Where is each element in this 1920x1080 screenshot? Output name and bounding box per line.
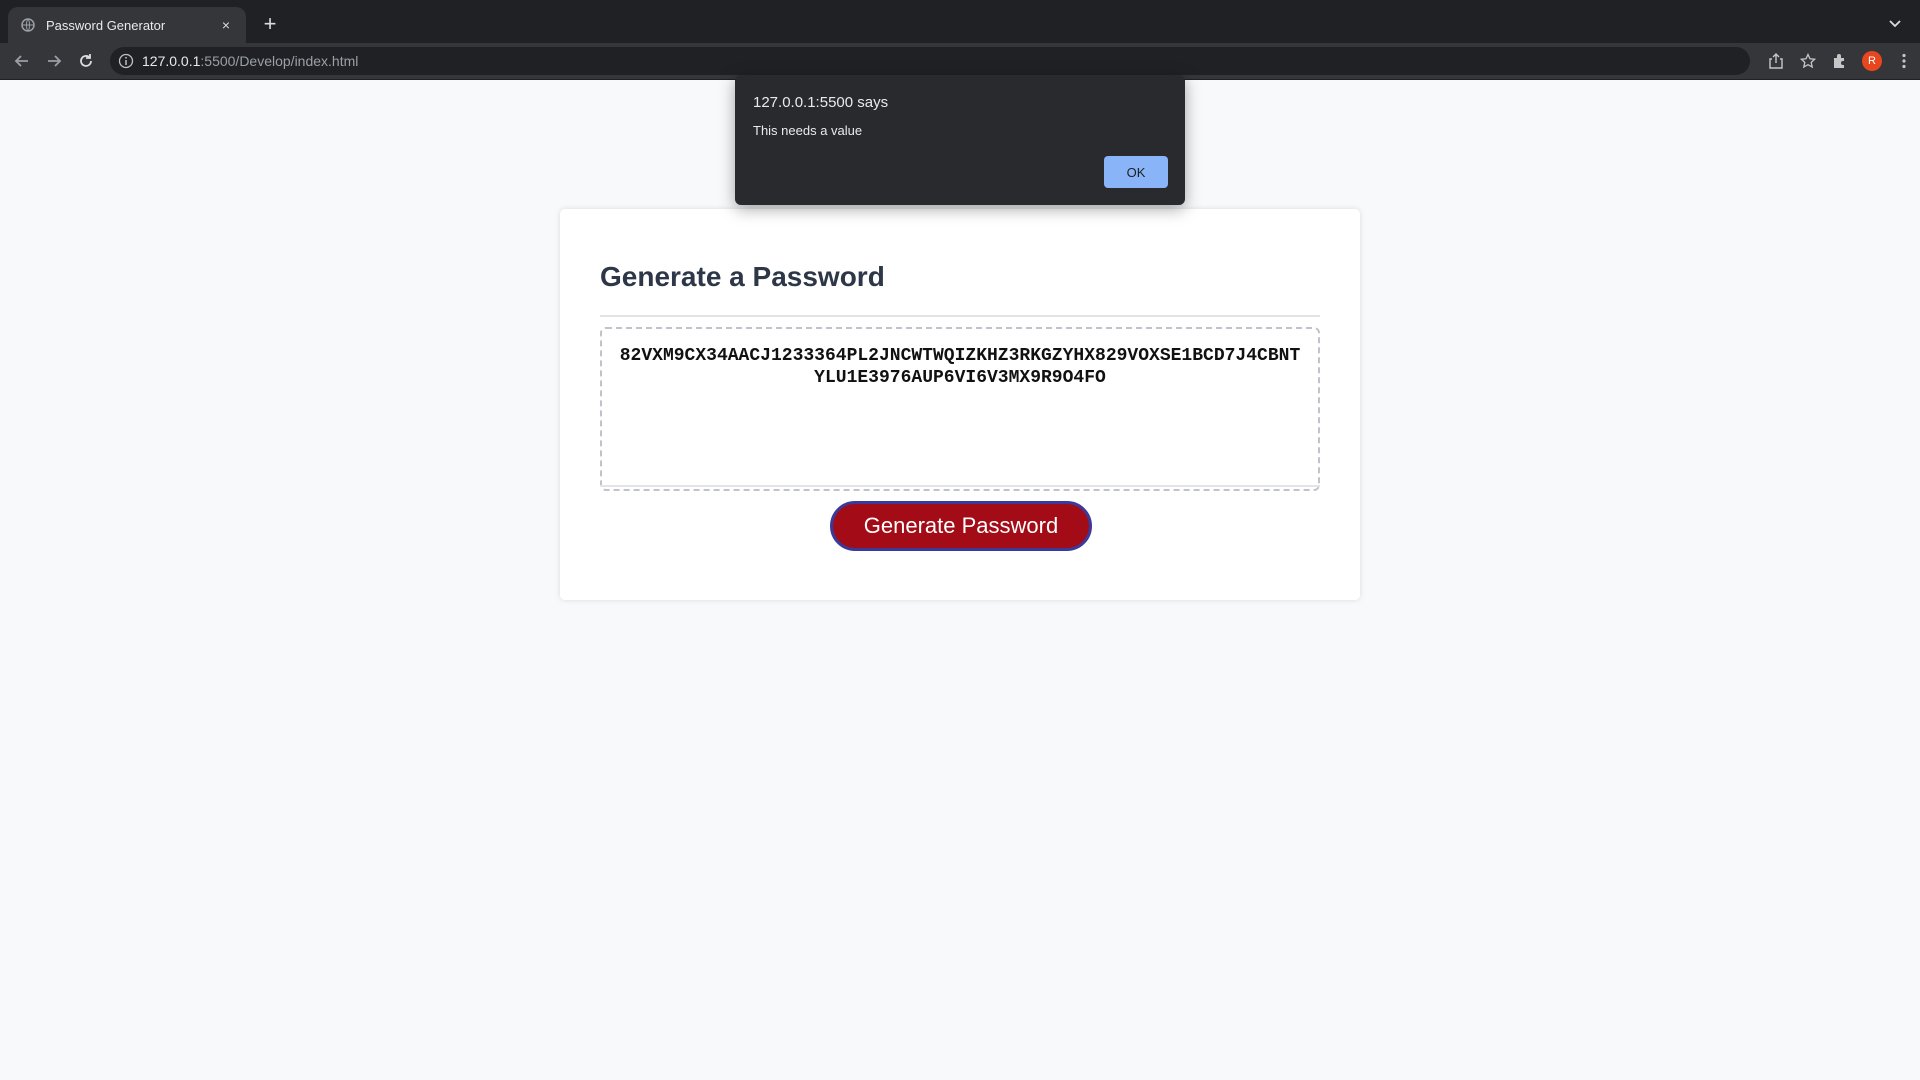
info-icon[interactable] [118, 53, 134, 69]
url-host: 127.0.0.1 [142, 53, 201, 69]
close-tab-icon[interactable]: × [216, 15, 236, 35]
page-title: Generate a Password [600, 261, 885, 292]
generate-password-button[interactable]: Generate Password [830, 501, 1092, 551]
password-output[interactable]: 82VXM9CX34AACJ1233364PL2JNCWTWQIZKHZ3RKG… [600, 327, 1320, 491]
alert-dialog: 127.0.0.1:5500 says This needs a value O… [735, 75, 1185, 205]
new-tab-button[interactable]: + [258, 12, 282, 36]
star-icon[interactable] [1792, 43, 1824, 79]
chevron-down-icon[interactable] [1886, 14, 1904, 32]
forward-arrow-icon[interactable] [44, 51, 64, 71]
puzzle-icon[interactable] [1824, 43, 1856, 79]
back-arrow-icon[interactable] [12, 51, 32, 71]
reload-icon[interactable] [76, 51, 96, 71]
profile-avatar[interactable]: R [1856, 43, 1888, 79]
password-card: Generate a Password 82VXM9CX34AACJ123336… [560, 209, 1360, 600]
avatar: R [1862, 51, 1882, 71]
tab-password-generator[interactable]: Password Generator × [8, 7, 246, 43]
globe-icon [20, 17, 36, 33]
divider-top [600, 315, 1320, 317]
url-text: 127.0.0.1:5500/Develop/index.html [142, 53, 358, 69]
tab-strip: Password Generator × + [0, 0, 1920, 43]
ok-button[interactable]: OK [1104, 156, 1168, 188]
toolbar-actions: R [1760, 43, 1920, 79]
divider-bottom [600, 485, 1320, 487]
dialog-message: This needs a value [753, 123, 863, 138]
kebab-menu-icon[interactable] [1888, 43, 1920, 79]
url-path: :5500/Develop/index.html [200, 53, 359, 69]
address-bar[interactable]: 127.0.0.1:5500/Develop/index.html [110, 47, 1750, 75]
dialog-title: 127.0.0.1:5500 says [753, 94, 889, 111]
share-icon[interactable] [1760, 43, 1792, 79]
tab-title: Password Generator [46, 17, 166, 33]
